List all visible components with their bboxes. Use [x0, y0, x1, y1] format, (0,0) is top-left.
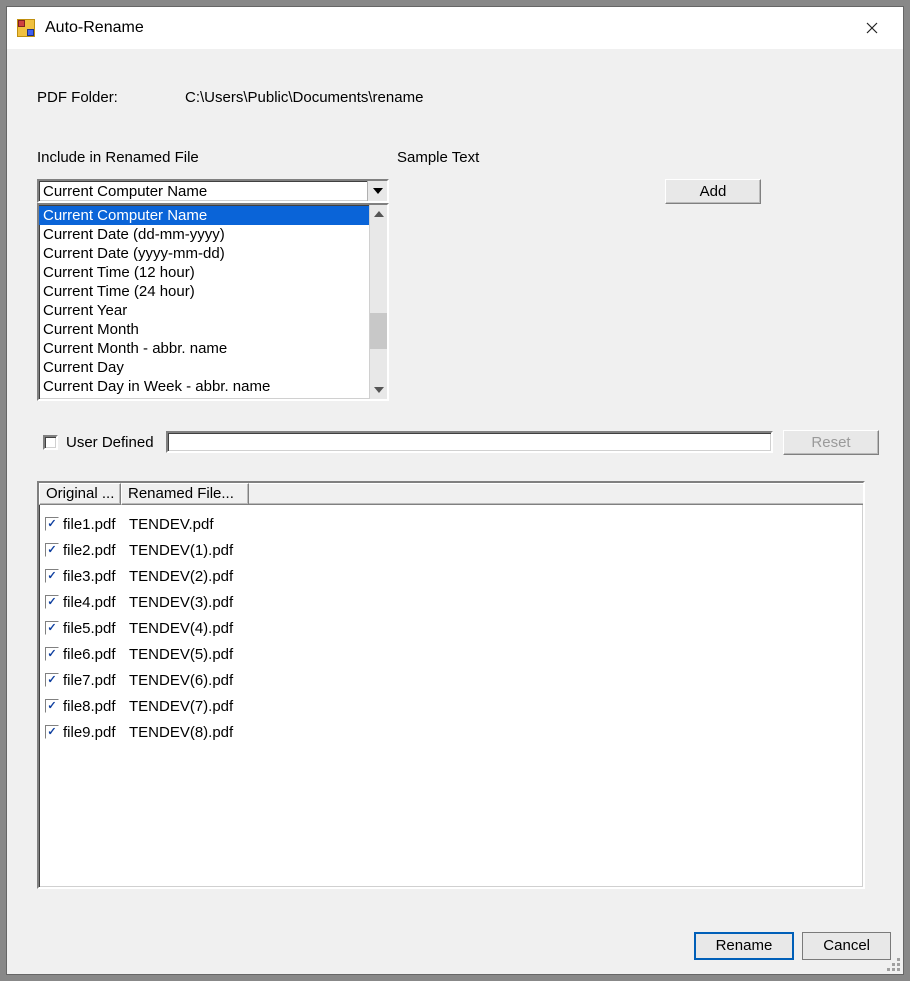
file-checkbox[interactable] [45, 569, 59, 583]
listbox-item[interactable]: Current Year [39, 301, 369, 320]
col-renamed[interactable]: Renamed File... [121, 483, 249, 505]
scroll-track[interactable] [370, 223, 387, 381]
table-row[interactable]: file7.pdfTENDEV(6).pdf [45, 667, 857, 693]
table-row[interactable]: file9.pdfTENDEV(8).pdf [45, 719, 857, 745]
include-combo[interactable]: Current Computer Name [37, 179, 389, 203]
scroll-up-icon[interactable] [370, 205, 387, 223]
file-checkbox[interactable] [45, 725, 59, 739]
file-list: Original ... Renamed File... file1.pdfTE… [37, 481, 865, 889]
table-row[interactable]: file1.pdfTENDEV.pdf [45, 511, 857, 537]
renamed-filename: TENDEV(2).pdf [129, 568, 233, 585]
original-filename: file9.pdf [63, 724, 129, 741]
renamed-filename: TENDEV(5).pdf [129, 646, 233, 663]
original-filename: file7.pdf [63, 672, 129, 689]
user-defined-row: User Defined Reset [43, 429, 879, 455]
col-original[interactable]: Original ... [39, 483, 121, 505]
scroll-thumb[interactable] [370, 313, 387, 349]
listbox-item[interactable]: Current Computer Name [39, 206, 369, 225]
pdf-folder-row: PDF Folder: C:\Users\Public\Documents\re… [37, 89, 423, 106]
close-button[interactable] [849, 12, 895, 44]
footer-buttons: Rename Cancel [694, 932, 891, 960]
renamed-filename: TENDEV(6).pdf [129, 672, 233, 689]
table-row[interactable]: file5.pdfTENDEV(4).pdf [45, 615, 857, 641]
listbox-item[interactable]: Current Month - abbr. name [39, 339, 369, 358]
file-checkbox[interactable] [45, 647, 59, 661]
cancel-button[interactable]: Cancel [802, 932, 891, 960]
user-defined-checkbox[interactable] [43, 435, 58, 450]
include-combo-value: Current Computer Name [39, 183, 367, 200]
user-defined-input[interactable] [166, 431, 773, 453]
listbox-scrollbar[interactable] [369, 205, 387, 399]
file-checkbox[interactable] [45, 673, 59, 687]
add-button[interactable]: Add [665, 179, 761, 204]
renamed-filename: TENDEV(8).pdf [129, 724, 233, 741]
reset-button: Reset [783, 430, 879, 455]
app-icon [17, 19, 35, 37]
listbox-item[interactable]: Current Day [39, 358, 369, 377]
file-checkbox[interactable] [45, 621, 59, 635]
original-filename: file3.pdf [63, 568, 129, 585]
listbox-item[interactable]: Current Time (12 hour) [39, 263, 369, 282]
chevron-down-icon[interactable] [367, 181, 387, 201]
table-row[interactable]: file8.pdfTENDEV(7).pdf [45, 693, 857, 719]
original-filename: file1.pdf [63, 516, 129, 533]
renamed-filename: TENDEV.pdf [129, 516, 214, 533]
table-row[interactable]: file3.pdfTENDEV(2).pdf [45, 563, 857, 589]
renamed-filename: TENDEV(4).pdf [129, 620, 233, 637]
renamed-filename: TENDEV(3).pdf [129, 594, 233, 611]
original-filename: file5.pdf [63, 620, 129, 637]
original-filename: file8.pdf [63, 698, 129, 715]
close-icon [866, 22, 878, 34]
table-row[interactable]: file4.pdfTENDEV(3).pdf [45, 589, 857, 615]
titlebar: Auto-Rename [7, 7, 903, 49]
original-filename: file2.pdf [63, 542, 129, 559]
client-area: PDF Folder: C:\Users\Public\Documents\re… [7, 49, 903, 974]
auto-rename-window: Auto-Rename PDF Folder: C:\Users\Public\… [6, 6, 904, 975]
original-filename: file6.pdf [63, 646, 129, 663]
file-checkbox[interactable] [45, 699, 59, 713]
listbox-item[interactable]: Current Date (yyyy-mm-dd) [39, 244, 369, 263]
listbox-item[interactable]: Current Time (24 hour) [39, 282, 369, 301]
renamed-filename: TENDEV(1).pdf [129, 542, 233, 559]
rename-button[interactable]: Rename [694, 932, 795, 960]
table-row[interactable]: file2.pdfTENDEV(1).pdf [45, 537, 857, 563]
scroll-down-icon[interactable] [370, 381, 387, 399]
renamed-filename: TENDEV(7).pdf [129, 698, 233, 715]
file-checkbox[interactable] [45, 595, 59, 609]
include-label: Include in Renamed File [37, 149, 199, 166]
file-list-header: Original ... Renamed File... [39, 483, 863, 505]
pdf-folder-path: C:\Users\Public\Documents\rename [185, 89, 423, 106]
file-checkbox[interactable] [45, 517, 59, 531]
window-title: Auto-Rename [45, 19, 849, 37]
file-checkbox[interactable] [45, 543, 59, 557]
sample-text-label: Sample Text [397, 149, 479, 166]
listbox-item[interactable]: Current Day in Week - abbr. name [39, 377, 369, 396]
user-defined-label: User Defined [66, 434, 154, 451]
include-listbox[interactable]: Current Computer NameCurrent Date (dd-mm… [37, 203, 389, 401]
table-row[interactable]: file6.pdfTENDEV(5).pdf [45, 641, 857, 667]
listbox-item[interactable]: Current Date (dd-mm-yyyy) [39, 225, 369, 244]
original-filename: file4.pdf [63, 594, 129, 611]
pdf-folder-label: PDF Folder: [37, 89, 185, 106]
listbox-item[interactable]: Current Month [39, 320, 369, 339]
